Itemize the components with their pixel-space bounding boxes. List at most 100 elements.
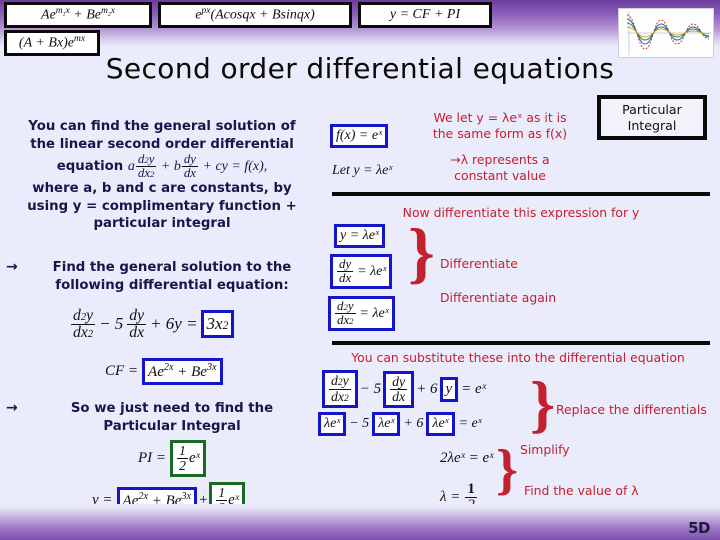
subst2-a-text: λeˣ bbox=[324, 416, 341, 431]
intro-equation-row: equation a d2y dx2 + b dy dx + cy = f(x), bbox=[6, 152, 318, 181]
subst1-dydx-num: dy bbox=[390, 373, 408, 390]
particular-integral-line: PI = 1 2 eˣ bbox=[138, 440, 206, 478]
substitution-line-2: λeˣ − 5 λeˣ + 6 λeˣ = eˣ bbox=[318, 412, 482, 436]
plus-six-y: + 6y = bbox=[150, 314, 198, 334]
lambda-half-num: 1 bbox=[465, 481, 477, 499]
diff-d2ydx2-frac: d2y dx2 bbox=[335, 299, 356, 327]
simplified-equation: 2λeˣ = eˣ bbox=[440, 450, 494, 466]
intro-line-3: where a, b and c are constants, by bbox=[32, 181, 292, 197]
intro-line-4: using y = complimentary function + bbox=[27, 198, 297, 214]
bullet-1-line-2: following differential equation: bbox=[55, 277, 289, 293]
particular-integral-badge: Particular Integral bbox=[597, 95, 707, 140]
bullet-find-general-solution: → Find the general solution to the follo… bbox=[6, 259, 318, 295]
intro-line-2: the linear second order differential bbox=[30, 136, 294, 152]
bullet-1-body: Find the general solution to the followi… bbox=[26, 259, 318, 295]
dy-dx-frac: dy dx bbox=[127, 307, 147, 341]
left-explanation-column: You can find the general solution of the… bbox=[6, 118, 318, 295]
chip-text-1: Aem1x + Bem2x bbox=[41, 6, 115, 23]
subst1-d2ydx2-num: d2y bbox=[329, 373, 351, 390]
diff-d2ydx2-num: d2y bbox=[335, 299, 356, 315]
subst2-a-box: λeˣ bbox=[318, 412, 347, 436]
subst1-dydx-frac: dy dx bbox=[390, 373, 408, 404]
subst1-rhs: = eˣ bbox=[461, 380, 486, 397]
target-differential-equation: d2y dx2 − 5 dy dx + 6y = 3x2 bbox=[70, 307, 235, 341]
chip-text-3: y = CF + PI bbox=[389, 7, 461, 22]
subst2-plus: + 6 bbox=[403, 416, 424, 431]
label-simplify: Simplify bbox=[520, 442, 570, 457]
page-title: Second order differential equations bbox=[105, 52, 615, 85]
bullet-find-particular-integral: → So we just need to find the Particular… bbox=[6, 400, 318, 436]
let-y-text: Let y = λeˣ bbox=[332, 163, 393, 178]
label-replace-differentials: Replace the differentials bbox=[556, 402, 707, 417]
pi-half-num: 1 bbox=[177, 443, 188, 460]
diff-dydx-den: dx bbox=[339, 271, 352, 286]
bullet-2-line-1: So we just need to find the bbox=[70, 401, 274, 416]
bullet-2-line-2: Particular Integral bbox=[103, 418, 241, 434]
pi-result-box: 1 2 eˣ bbox=[170, 440, 206, 478]
subst1-dydx-box: dy dx bbox=[383, 370, 415, 408]
heading-substitute: You can substitute these into the differ… bbox=[351, 350, 685, 365]
note-we-let-y: We let y = λeˣ as it is the same form as… bbox=[420, 110, 580, 142]
subst2-b-box: λeˣ bbox=[372, 412, 401, 436]
pi-badge-line-1: Particular bbox=[622, 101, 682, 117]
pi-exp-tail: eˣ bbox=[188, 450, 200, 467]
bullet-2-arrow-icon: → bbox=[6, 400, 18, 416]
chip-text-2: epx(Acosqx + Bsinqx) bbox=[195, 6, 315, 23]
label-differentiate-again: Differentiate again bbox=[440, 290, 557, 305]
pi-half-frac: 1 2 bbox=[177, 443, 188, 474]
diff-d2ydx2-rhs: = λeˣ bbox=[359, 305, 389, 321]
diff-box-y: y = λeˣ bbox=[334, 224, 385, 248]
complementary-function-line: CF = Ae2x + Be3x bbox=[105, 358, 223, 385]
pi-label: PI = bbox=[138, 450, 167, 467]
diff-dydx-frac: dy dx bbox=[337, 257, 354, 286]
slide-number: 5D bbox=[688, 519, 710, 537]
cf-result-box: Ae2x + Be3x bbox=[142, 358, 223, 385]
subst1-minus: − 5 bbox=[359, 380, 382, 397]
fx-text: f(x) = eˣ bbox=[336, 128, 383, 143]
intro-line-1: You can find the general solution of bbox=[28, 119, 296, 134]
pi-half-den: 2 bbox=[179, 458, 186, 474]
bullet-2-body: So we just need to find the Particular I… bbox=[26, 400, 318, 436]
diff-box-y-inner: y = λeˣ bbox=[334, 224, 385, 248]
brace-find-lambda: } bbox=[496, 439, 519, 501]
note-lambda-line-2: constant value bbox=[454, 168, 546, 184]
intro-equation-prefix: equation bbox=[56, 158, 124, 174]
d2y-dx2-frac: d2y dx2 bbox=[71, 307, 96, 341]
subst1-dydx-den: dx bbox=[392, 388, 406, 404]
diff-box-y-text: y = λeˣ bbox=[340, 228, 379, 243]
bullet-arrow-icon: → bbox=[6, 258, 18, 275]
fx-box: f(x) = eˣ bbox=[330, 124, 389, 148]
label-differentiate: Differentiate bbox=[440, 256, 518, 271]
formula-chip-cf-case-1: Aem1x + Bem2x bbox=[4, 2, 152, 28]
subst1-y-box: y bbox=[439, 376, 459, 402]
intro-paragraph: You can find the general solution of the… bbox=[6, 118, 318, 233]
fx-definition-line: f(x) = eˣ bbox=[330, 124, 389, 148]
slide-canvas: Aem1x + Bem2x epx(Acosqx + Bsinqx) y = C… bbox=[0, 0, 720, 540]
rhs-3x-squared-box: 3x2 bbox=[200, 310, 235, 339]
heading-differentiate: Now differentiate this expression for y bbox=[402, 205, 640, 220]
intro-line-5: particular integral bbox=[93, 216, 231, 232]
let-y-line: Let y = λeˣ bbox=[332, 163, 392, 179]
subst2-rhs: = eˣ bbox=[458, 416, 482, 431]
diff-dydx-rhs: = λeˣ bbox=[357, 263, 387, 279]
chip-text-4: (A + Bx)emx bbox=[18, 34, 86, 51]
minus-five: − 5 bbox=[99, 314, 124, 334]
subst2-b-text: λeˣ bbox=[378, 416, 395, 431]
label-find-value-of-lambda: Find the value of λ bbox=[524, 483, 639, 498]
diff-box-dydx-inner: dy dx = λeˣ bbox=[330, 254, 393, 290]
formula-chip-cf-case-3: y = CF + PI bbox=[358, 2, 492, 28]
diff-box-d2ydx2: d2y dx2 = λeˣ bbox=[328, 296, 395, 332]
cf-label: CF = bbox=[105, 363, 139, 379]
note-we-let-y-line-2: the same form as f(x) bbox=[432, 126, 568, 142]
note-lambda-line-1: →λ represents a bbox=[450, 152, 550, 167]
rhs-3x-squared-text: 3x2 bbox=[206, 314, 229, 334]
substitution-line-1: d2y dx2 − 5 dy dx + 6 y = eˣ bbox=[322, 370, 486, 409]
subst1-d2ydx2-den: dx2 bbox=[331, 388, 349, 404]
brace-differentiate: } bbox=[408, 214, 435, 290]
note-we-let-y-line-1: We let y = λeˣ as it is bbox=[433, 110, 567, 125]
intro-equation-math: a d2y dx2 + b dy dx + cy = f(x), bbox=[127, 152, 268, 181]
divider-rule-2 bbox=[332, 341, 710, 345]
subst2-c-text: λeˣ bbox=[432, 416, 449, 431]
subst2-minus: − 5 bbox=[349, 416, 370, 431]
bottom-decor-band bbox=[0, 504, 720, 540]
